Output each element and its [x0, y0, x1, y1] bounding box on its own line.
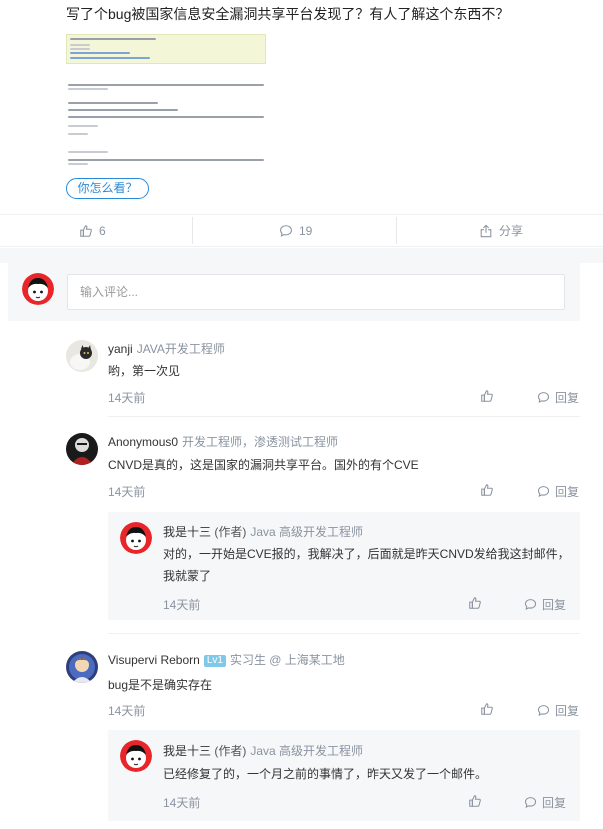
commenter-role: 实习生 @ 上海某工地: [229, 653, 345, 667]
like-button[interactable]: 6: [79, 215, 106, 246]
comment-reply-button[interactable]: 回复: [537, 702, 579, 719]
post-title[interactable]: 写了个bug被国家信息安全漏洞共享平台发现了？有人了解这个东西不？: [66, 4, 509, 24]
comment-item: Anonymous0 开发工程师，渗透测试工程师 CNVD是真的，这是国家的漏洞共…: [66, 433, 580, 503]
share-icon: [480, 224, 492, 237]
like-count: 6: [99, 223, 106, 238]
author-tag: (作者): [214, 525, 247, 539]
reply-text: 已经修复了的，一个月之前的事情了，昨天又发了一个邮件。: [163, 767, 488, 781]
comment-reply-button[interactable]: 回复: [537, 483, 579, 500]
comment-meta: Anonymous0 开发工程师，渗透测试工程师: [108, 433, 338, 450]
comment-count: 19: [299, 223, 313, 238]
author-avatar[interactable]: [120, 740, 152, 772]
user-avatar[interactable]: [66, 340, 98, 372]
thumbs-up-icon: [469, 795, 481, 807]
action-separator: [396, 217, 397, 244]
reply-label: 回复: [555, 391, 580, 405]
reply-label: 回复: [542, 796, 567, 810]
reply-time: 14天前: [163, 796, 201, 810]
speech-bubble-icon: [524, 797, 537, 808]
speech-bubble-icon: [524, 599, 537, 610]
thumbs-up-icon: [80, 224, 92, 237]
current-user-avatar[interactable]: [22, 273, 54, 305]
user-avatar[interactable]: [66, 651, 98, 683]
comment-item: yanji JAVA开发工程师 哟，第一次见 14天前 回复: [66, 340, 580, 410]
comment-text: bug是不是确实存在: [108, 678, 213, 692]
comment-compose-box: [8, 263, 580, 321]
section-gap: [0, 248, 603, 263]
speech-bubble-icon: [537, 486, 550, 497]
thumbs-up-icon: [481, 703, 493, 715]
reply-reply-button[interactable]: 回复: [524, 596, 566, 613]
author-tag: (作者): [214, 744, 247, 758]
level-badge: Lv1: [203, 655, 226, 667]
reply-text-continued: 我就蒙了: [163, 569, 212, 583]
thumbs-up-icon: [469, 597, 481, 609]
comment-item: Visupervi Reborn Lv1 实习生 @ 上海某工地 bug是不是确实存…: [66, 651, 580, 721]
comment-time: 14天前: [108, 391, 146, 405]
reply-meta: 我是十三 (作者) Java 高级开发工程师: [163, 742, 363, 759]
speech-bubble-icon: [537, 392, 550, 403]
comment-like-button[interactable]: [480, 483, 494, 497]
comment-divider: [108, 633, 580, 634]
reply-meta: 我是十三 (作者) Java 高级开发工程师: [163, 523, 363, 540]
commenter-name[interactable]: yanji: [108, 342, 133, 356]
reply-time: 14天前: [163, 598, 201, 612]
author-avatar[interactable]: [120, 522, 152, 554]
comment-divider: [108, 416, 580, 417]
share-button[interactable]: 分享: [479, 215, 523, 246]
reply-like-button[interactable]: [468, 794, 482, 808]
reply-author-name[interactable]: 我是十三: [163, 525, 211, 539]
reply-label: 回复: [555, 704, 580, 718]
speech-bubble-icon: [280, 224, 292, 237]
what-do-you-think-button[interactable]: 你怎么看？: [66, 178, 149, 199]
action-separator: [192, 217, 193, 244]
thumbs-up-icon: [481, 390, 493, 402]
reply-item: 我是十三 (作者) Java 高级开发工程师 已经修复了的，一个月之前的事情了，昨…: [108, 730, 580, 821]
reply-author-role: Java 高级开发工程师: [250, 525, 364, 539]
reply-author-role: Java 高级开发工程师: [250, 744, 364, 758]
reply-text: 对的，一开始是CVE报的，我解决了，后面就是昨天CNVD发给我这封邮件，: [163, 547, 570, 561]
reply-label: 回复: [555, 485, 580, 499]
speech-bubble-icon: [537, 705, 550, 716]
comment-text: 哟，第一次见: [108, 364, 181, 378]
reply-author-name[interactable]: 我是十三: [163, 744, 211, 758]
comment-like-button[interactable]: [480, 389, 494, 403]
comment-text: CNVD是真的，这是国家的漏洞共享平台。国外的有个CVE: [108, 458, 419, 472]
reply-like-button[interactable]: [468, 596, 482, 610]
reply-item: 我是十三 (作者) Java 高级开发工程师 对的，一开始是CVE报的，我解决了，…: [108, 512, 580, 620]
comment-time: 14天前: [108, 485, 146, 499]
user-avatar[interactable]: [66, 433, 98, 465]
comment-like-button[interactable]: [480, 702, 494, 716]
reply-label: 回复: [542, 598, 567, 612]
commenter-role: 开发工程师，渗透测试工程师: [182, 435, 339, 449]
commenter-role: JAVA开发工程师: [136, 342, 225, 356]
commenter-name[interactable]: Visupervi Reborn: [108, 653, 200, 667]
comment-reply-button[interactable]: 回复: [537, 389, 579, 406]
comment-button[interactable]: 19: [279, 215, 312, 246]
comment-time: 14天前: [108, 704, 146, 718]
share-label: 分享: [499, 224, 524, 238]
post-image-thumbnail[interactable]: [66, 32, 266, 166]
post-action-bar: 6 19 分享: [0, 214, 603, 247]
comment-input[interactable]: [67, 274, 565, 310]
comment-meta: Visupervi Reborn Lv1 实习生 @ 上海某工地: [108, 651, 345, 668]
thumbs-up-icon: [481, 484, 493, 496]
reply-reply-button[interactable]: 回复: [524, 794, 566, 811]
comment-meta: yanji JAVA开发工程师: [108, 340, 225, 357]
commenter-name[interactable]: Anonymous0: [108, 435, 178, 449]
